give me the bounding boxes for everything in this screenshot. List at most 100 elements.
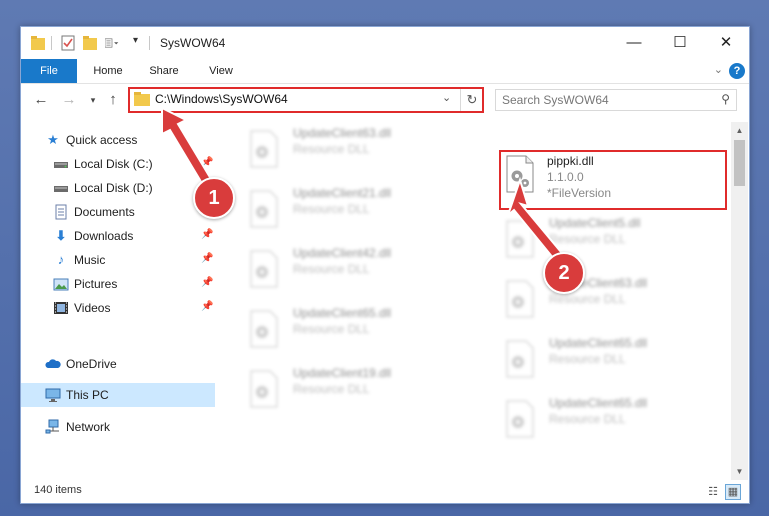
sidebar-item-quick-access[interactable]: ★ Quick access <box>21 128 215 152</box>
file-version: 1.1.0.0 <box>547 170 584 184</box>
file-tile[interactable]: UpdateClient65.dll Resource DLL <box>497 334 727 390</box>
tab-file[interactable]: File <box>21 59 77 83</box>
file-tile[interactable]: UpdateClient63.dll Resource DLL <box>497 274 727 330</box>
customize-quick-access-icon[interactable] <box>105 35 119 51</box>
file-name: pippki.dll <box>547 154 594 168</box>
sidebar-item-label: Music <box>74 253 106 267</box>
file-name: UpdateClient5.dll <box>549 216 641 230</box>
window-title: SysWOW64 <box>160 36 226 50</box>
file-description: Resource DLL <box>549 352 626 366</box>
toolbar-separator <box>149 36 150 50</box>
search-icon[interactable]: ⚲ <box>721 92 730 106</box>
file-name: UpdateClient21.dll <box>293 186 392 200</box>
sidebar-item-local-disk-c[interactable]: Local Disk (C:) 📌 <box>21 152 215 176</box>
file-list: UpdateClient63.dll Resource DLL UpdateCl… <box>235 122 733 480</box>
pin-icon[interactable]: 📌 <box>201 301 213 312</box>
refresh-icon[interactable]: ↻ <box>460 89 483 111</box>
file-tile[interactable]: UpdateClient42.dll Resource DLL <box>241 244 471 300</box>
recent-locations-icon[interactable]: ▾ <box>83 90 103 110</box>
file-description: Resource DLL <box>549 412 626 426</box>
scroll-up-icon[interactable]: ▲ <box>731 122 748 139</box>
file-name: UpdateClient65.dll <box>549 396 648 410</box>
sidebar-item-label: This PC <box>66 388 109 402</box>
file-description: Resource DLL <box>293 202 370 216</box>
explorer-window: ▾ SysWOW64 — ☐ ✕ File Home Share View ⌄ … <box>20 26 750 504</box>
file-tile-pippki[interactable]: pippki.dll 1.1.0.0 *FileVersion <box>503 152 721 208</box>
search-input[interactable]: Search SysWOW64 ⚲ <box>495 89 737 111</box>
scroll-down-icon[interactable]: ▼ <box>731 463 748 480</box>
sidebar-item-label: Downloads <box>74 229 134 243</box>
file-tile[interactable]: UpdateClient19.dll Resource DLL <box>241 364 471 420</box>
dll-file-icon <box>250 190 278 228</box>
file-description: Resource DLL <box>293 262 370 276</box>
file-name: UpdateClient42.dll <box>293 246 392 260</box>
tab-share[interactable]: Share <box>139 59 189 83</box>
dll-file-icon <box>506 220 534 258</box>
star-icon: ★ <box>47 132 59 147</box>
dll-file-icon <box>506 155 534 193</box>
close-button[interactable]: ✕ <box>703 27 749 59</box>
file-tile[interactable]: UpdateClient65.dll Resource DLL <box>241 304 471 360</box>
sidebar-item-pictures[interactable]: Pictures 📌 <box>21 272 215 296</box>
pin-icon[interactable]: 📌 <box>201 157 213 168</box>
toolbar-separator <box>51 36 52 50</box>
file-description: Resource DLL <box>293 322 370 336</box>
pin-icon[interactable]: 📌 <box>201 277 213 288</box>
dll-file-icon <box>506 400 534 438</box>
sidebar-item-label: Videos <box>74 301 111 315</box>
sidebar-item-documents[interactable]: Documents 📌 <box>21 200 215 224</box>
pictures-icon <box>53 278 69 291</box>
vertical-scrollbar[interactable]: ▲ ▼ <box>731 122 748 480</box>
file-tile[interactable]: UpdateClient65.dll Resource DLL <box>497 394 727 450</box>
help-button[interactable]: ? <box>729 63 745 79</box>
folder-icon <box>31 36 45 50</box>
document-icon <box>55 204 67 220</box>
file-name: UpdateClient19.dll <box>293 366 392 380</box>
tab-view[interactable]: View <box>196 59 246 83</box>
file-description: Resource DLL <box>293 382 370 396</box>
sidebar-item-network[interactable]: Network <box>21 415 215 439</box>
search-placeholder: Search SysWOW64 <box>502 93 609 107</box>
tab-home[interactable]: Home <box>83 59 133 83</box>
address-path[interactable]: C:\Windows\SysWOW64 <box>155 92 288 106</box>
sidebar-item-this-pc[interactable]: This PC <box>21 383 215 407</box>
file-tile[interactable]: UpdateClient5.dll Resource DLL <box>497 214 727 270</box>
new-folder-icon[interactable] <box>83 35 97 51</box>
maximize-button[interactable]: ☐ <box>657 27 703 59</box>
expand-ribbon-icon[interactable]: ⌄ <box>714 63 723 76</box>
chevron-down-icon[interactable]: ▾ <box>133 35 138 46</box>
annotation-badge-2: 2 <box>543 252 585 294</box>
dll-file-icon <box>506 280 534 318</box>
minimize-button[interactable]: — <box>611 27 657 59</box>
file-tile[interactable]: UpdateClient21.dll Resource DLL <box>241 184 471 240</box>
file-tile[interactable]: UpdateClient63.dll Resource DLL <box>241 124 471 180</box>
title-bar: ▾ SysWOW64 — ☐ ✕ <box>21 27 749 59</box>
sidebar-item-local-disk-d[interactable]: Local Disk (D:) <box>21 176 215 200</box>
pin-icon[interactable]: 📌 <box>201 229 213 240</box>
video-icon <box>54 302 68 314</box>
sidebar-item-music[interactable]: ♪ Music 📌 <box>21 248 215 272</box>
scroll-thumb[interactable] <box>734 140 745 186</box>
tiles-view-icon[interactable]: ▦ <box>725 484 741 500</box>
chevron-down-icon[interactable]: ⌄ <box>442 91 451 104</box>
address-bar[interactable]: C:\Windows\SysWOW64 ⌄ ↻ <box>128 87 484 113</box>
dll-file-icon <box>250 370 278 408</box>
download-icon: ⬇ <box>55 228 67 243</box>
sidebar-item-label: Local Disk (D:) <box>74 181 153 195</box>
file-name: UpdateClient65.dll <box>549 336 648 350</box>
sidebar-item-onedrive[interactable]: OneDrive <box>21 352 215 376</box>
dll-file-icon <box>250 250 278 288</box>
dll-file-icon <box>250 130 278 168</box>
pin-icon[interactable]: 📌 <box>201 253 213 264</box>
drive-icon <box>54 162 68 168</box>
forward-arrow-icon[interactable]: → <box>59 90 79 110</box>
back-arrow-icon[interactable]: ← <box>31 90 51 110</box>
sidebar-item-downloads[interactable]: ⬇ Downloads 📌 <box>21 224 215 248</box>
ribbon-tabs: File Home Share View ⌄ ? <box>21 59 749 84</box>
up-arrow-icon[interactable]: ↑ <box>103 90 123 110</box>
details-view-icon[interactable]: ☷ <box>705 484 721 500</box>
sidebar-item-videos[interactable]: Videos 📌 <box>21 296 215 320</box>
sidebar-item-label: OneDrive <box>66 357 117 371</box>
sidebar-item-label: Pictures <box>74 277 118 291</box>
properties-icon[interactable] <box>61 35 75 51</box>
